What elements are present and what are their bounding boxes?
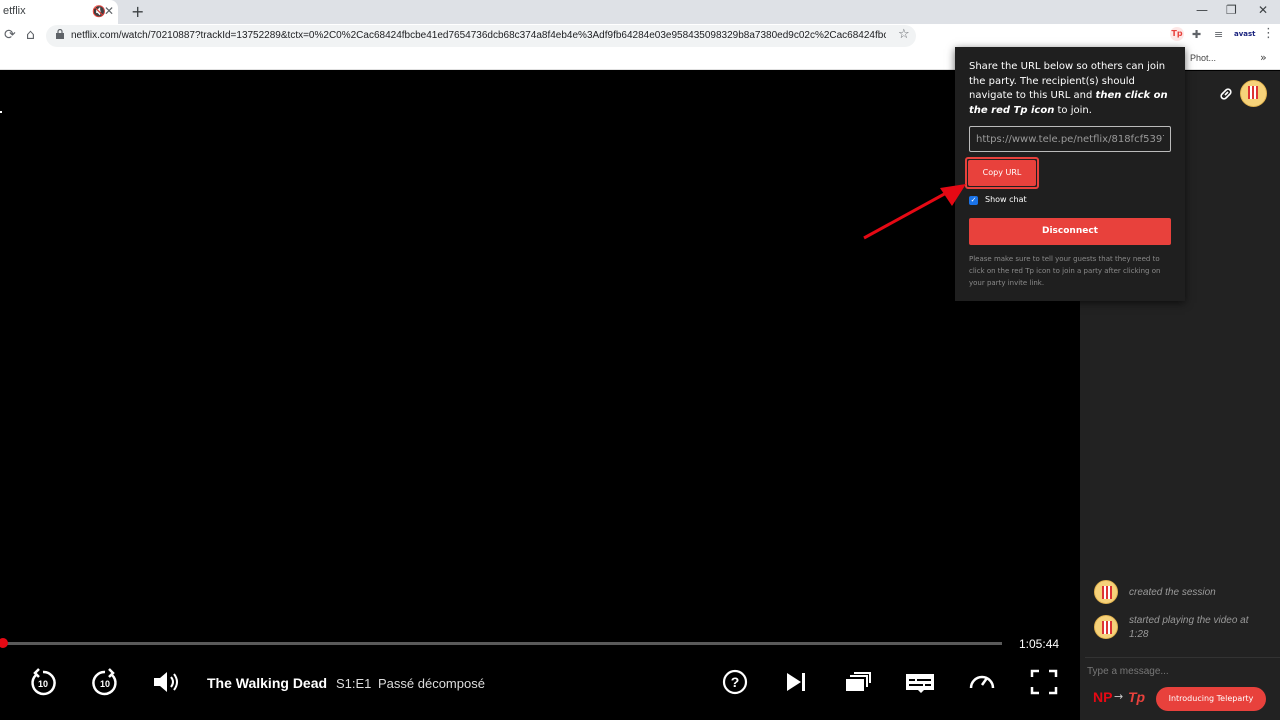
teleparty-logo: Tp <box>1128 689 1146 705</box>
bookmark-item[interactable]: Phot... <box>1190 53 1216 63</box>
rewind-10-button[interactable]: 10 <box>27 666 59 698</box>
playback-speed-icon[interactable] <box>966 666 998 698</box>
browser-toolbar: ⟳ ⌂ netflix.com/watch/70210887?trackId=1… <box>0 24 1280 48</box>
show-title: The Walking Dead <box>207 675 328 691</box>
browser-tab[interactable]: etflix 🔇 ✕ <box>0 0 118 24</box>
bookmark-star-icon[interactable]: ☆ <box>898 27 910 42</box>
new-tab-button[interactable]: + <box>131 2 144 21</box>
minimize-icon[interactable]: — <box>1196 3 1208 17</box>
chat-input[interactable] <box>1087 660 1275 682</box>
help-icon[interactable]: ? <box>719 666 751 698</box>
share-url-input[interactable] <box>969 126 1171 152</box>
tab-title: etflix <box>3 5 26 17</box>
subtitles-icon[interactable] <box>904 666 936 698</box>
reload-icon[interactable]: ⟳ <box>4 27 16 43</box>
home-icon[interactable]: ⌂ <box>26 27 35 43</box>
share-instructions: Share the URL below so others can join t… <box>969 61 1168 116</box>
lock-icon <box>56 29 64 39</box>
window-close-icon[interactable]: ✕ <box>1258 3 1268 17</box>
progress-bar[interactable] <box>0 642 1002 645</box>
rewind-label: 10 <box>38 679 48 689</box>
video-player[interactable] <box>0 71 1080 720</box>
svg-text:?: ? <box>731 674 740 690</box>
cursor-dot <box>0 111 2 113</box>
fullscreen-icon[interactable] <box>1028 666 1060 698</box>
show-chat-label: Show chat <box>985 195 1027 204</box>
message-avatar <box>1094 580 1118 604</box>
copy-url-button[interactable]: Copy URL <box>968 160 1036 186</box>
next-episode-icon[interactable] <box>780 666 812 698</box>
red-arrow-annotation <box>863 184 966 240</box>
volume-icon[interactable] <box>150 666 182 698</box>
episodes-icon[interactable] <box>842 666 874 698</box>
arrow-icon: → <box>1114 690 1124 703</box>
address-bar[interactable]: netflix.com/watch/70210887?trackId=13752… <box>46 25 916 47</box>
introducing-teleparty-button[interactable]: Introducing Teleparty <box>1156 687 1266 711</box>
teleparty-extension-icon[interactable]: Tp <box>1170 27 1184 41</box>
user-avatar[interactable] <box>1240 80 1267 107</box>
popup-note: Please make sure to tell your guests tha… <box>969 255 1161 287</box>
maximize-icon[interactable]: ❐ <box>1226 3 1237 17</box>
show-chat-checkbox[interactable]: ✓ <box>969 196 978 205</box>
bookmarks-overflow[interactable]: » <box>1260 51 1267 64</box>
menu-icon[interactable]: ⋮ <box>1262 26 1275 41</box>
avast-icon[interactable]: avast <box>1234 30 1256 38</box>
link-icon[interactable] <box>1218 86 1234 102</box>
close-tab-icon[interactable]: ✕ <box>104 4 114 18</box>
episode-number: S1:E1 <box>336 676 372 691</box>
chat-divider <box>1085 657 1280 658</box>
disconnect-button[interactable]: Disconnect <box>969 218 1171 245</box>
message-avatar <box>1094 615 1118 639</box>
puzzle-icon[interactable]: ✚ <box>1192 28 1201 41</box>
forward-10-button[interactable]: 10 <box>89 666 121 698</box>
episode-name: Passé décomposé <box>378 676 485 691</box>
url-text: netflix.com/watch/70210887?trackId=13752… <box>71 30 886 41</box>
chat-message: created the session <box>1129 587 1216 598</box>
tab-strip: etflix 🔇 ✕ + — ❐ ✕ <box>0 0 1280 24</box>
forward-label: 10 <box>100 679 110 689</box>
reading-list-icon[interactable]: ≡ <box>1214 28 1223 41</box>
chat-message: started playing the video at 1:28 <box>1129 615 1249 640</box>
netflix-party-logo: NP <box>1093 689 1113 705</box>
time-remaining: 1:05:44 <box>1019 637 1060 651</box>
